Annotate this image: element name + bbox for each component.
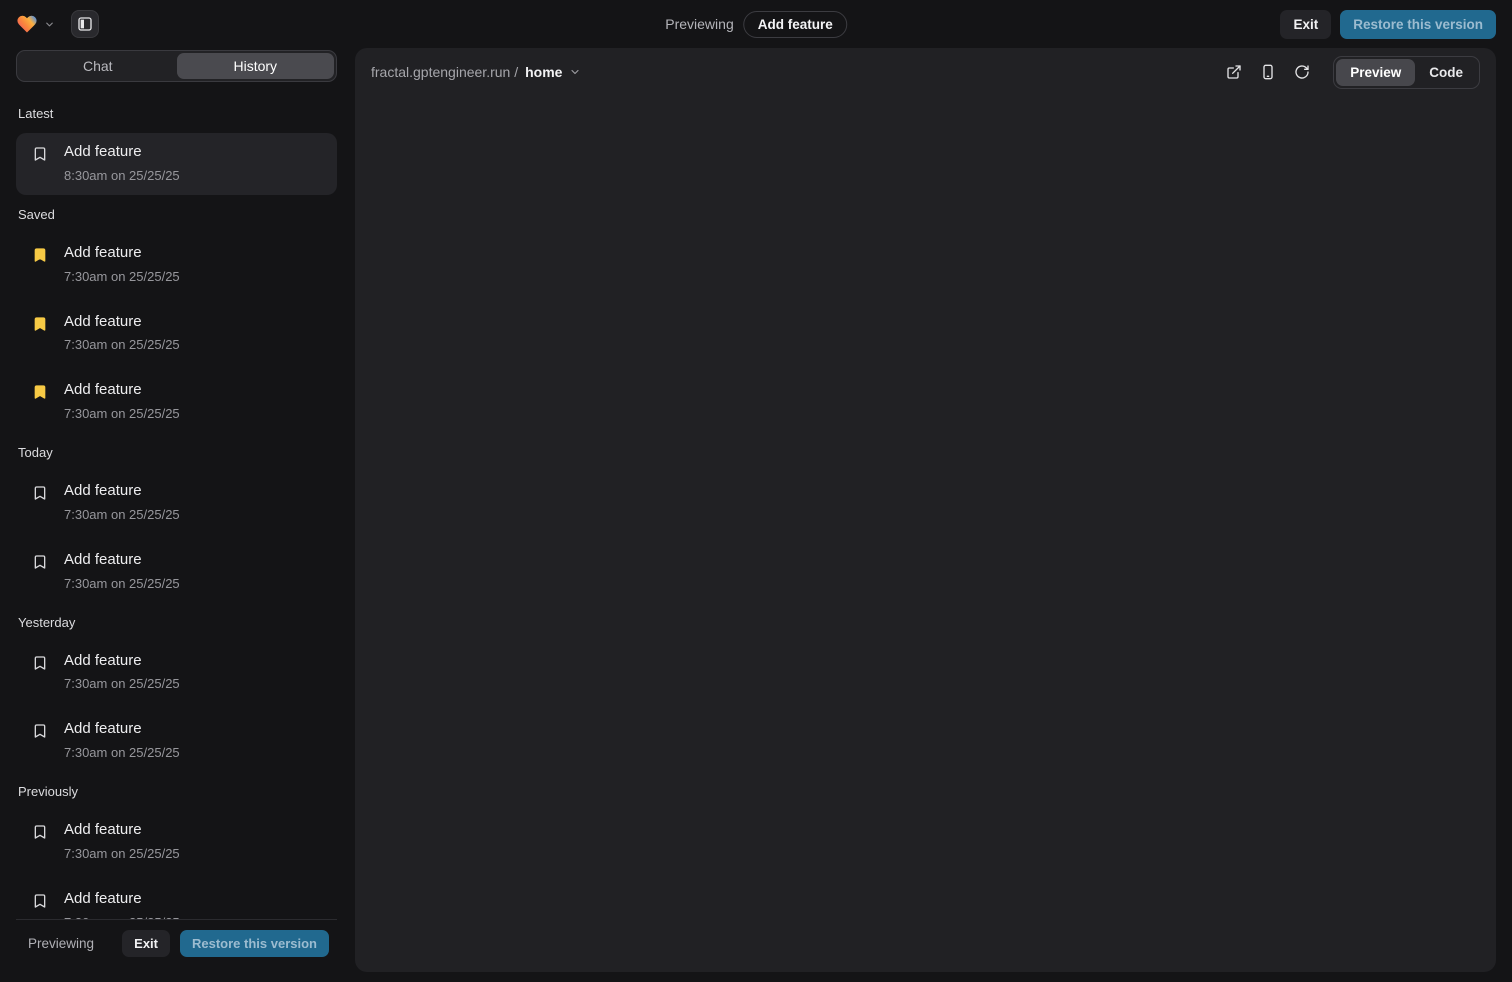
bookmark-outline-icon	[32, 723, 48, 739]
preview-panel: fractal.gptengineer.run / home	[355, 48, 1496, 972]
history-item-timestamp: 7:30am on 25/25/25	[64, 745, 180, 760]
bookmark-outline-icon	[32, 824, 48, 840]
history-item-timestamp: 7:30am on 25/25/25	[64, 337, 180, 352]
section-title: Previously	[18, 784, 337, 799]
history-list: Latest Add feature 8:30am on 25/25/25 Sa…	[16, 82, 337, 919]
history-item-text: Add feature 7:30am on 25/25/25	[64, 821, 180, 861]
history-item-timestamp: 7:30am on 25/25/25	[64, 676, 180, 691]
footer-previewing-label: Previewing	[28, 936, 94, 951]
section-title: Today	[18, 445, 337, 460]
sidebar-footer: Previewing Exit Restore this version	[16, 919, 337, 967]
preview-viewport[interactable]	[355, 96, 1496, 972]
section-previously: Previously Add feature 7:30am on 25/25/2…	[16, 784, 337, 919]
history-item-text: Add feature 7:30am on 25/25/25	[64, 652, 180, 692]
history-item-text: Add feature 7:30am on 25/25/25	[64, 551, 180, 591]
section-title: Saved	[18, 207, 337, 222]
section-title: Yesterday	[18, 615, 337, 630]
history-item-title: Add feature	[64, 890, 180, 909]
history-item-title: Add feature	[64, 652, 180, 671]
history-item[interactable]: Add feature 7:30am on 25/25/25	[16, 541, 337, 603]
history-item-timestamp: 7:30am on 25/25/25	[64, 269, 180, 284]
history-item[interactable]: Add feature 7:30am on 25/25/25	[16, 303, 337, 365]
history-item-title: Add feature	[64, 313, 180, 332]
history-item-timestamp: 8:30am on 25/25/25	[64, 168, 180, 183]
refresh-icon	[1294, 64, 1310, 80]
history-item-text: Add feature 7:30am on 25/25/25	[64, 381, 180, 421]
bookmark-outline-icon	[32, 655, 48, 671]
open-external-button[interactable]	[1219, 57, 1249, 87]
preview-browser-bar: fractal.gptengineer.run / home	[355, 48, 1496, 96]
history-sidebar: Chat History Latest Add feature 8:30am o…	[16, 50, 337, 967]
footer-restore-version-button[interactable]: Restore this version	[180, 930, 329, 957]
history-item[interactable]: Add feature 8:30am on 25/25/25	[16, 133, 337, 195]
external-link-icon	[1226, 64, 1242, 80]
sidebar-tabs: Chat History	[16, 50, 337, 82]
section-yesterday: Yesterday Add feature 7:30am on 25/25/25…	[16, 615, 337, 773]
smartphone-icon	[1260, 64, 1276, 80]
history-item[interactable]: Add feature 7:30am on 25/25/25	[16, 811, 337, 873]
version-badge[interactable]: Add feature	[744, 11, 847, 38]
lovable-heart-logo-icon[interactable]	[16, 13, 38, 35]
history-item-text: Add feature 7:30am on 25/25/25	[64, 313, 180, 353]
history-item-timestamp: 7:30am on 25/25/25	[64, 576, 180, 591]
history-item[interactable]: Add feature 7:30am on 25/25/25	[16, 710, 337, 772]
toggle-code[interactable]: Code	[1415, 59, 1477, 86]
sidebar-toggle-button[interactable]	[71, 10, 99, 38]
history-item[interactable]: Add feature 7:30am on 25/25/25	[16, 642, 337, 704]
history-item-title: Add feature	[64, 551, 180, 570]
previewing-label: Previewing	[665, 16, 733, 32]
preview-code-toggle: Preview Code	[1333, 56, 1480, 89]
history-item-title: Add feature	[64, 482, 180, 501]
browser-bar-actions: Preview Code	[1219, 56, 1480, 89]
bookmark-outline-icon	[32, 485, 48, 501]
topbar-left-group	[16, 10, 99, 38]
url-chevron-down-icon	[569, 66, 581, 78]
history-item[interactable]: Add feature 7:30am on 25/25/25	[16, 880, 337, 919]
tab-chat[interactable]: Chat	[19, 53, 177, 79]
mobile-view-button[interactable]	[1253, 57, 1283, 87]
history-item-timestamp: 7:30am on 25/25/25	[64, 507, 180, 522]
history-item-title: Add feature	[64, 381, 180, 400]
history-item-timestamp: 7:30am on 25/25/25	[64, 846, 180, 861]
toggle-preview[interactable]: Preview	[1336, 59, 1415, 86]
logo-chevron-down-icon[interactable]	[44, 19, 55, 30]
panel-left-icon	[77, 16, 93, 32]
history-item[interactable]: Add feature 7:30am on 25/25/25	[16, 234, 337, 296]
url-host: fractal.gptengineer.run /	[371, 64, 518, 80]
bookmark-filled-icon	[32, 384, 48, 400]
history-item-timestamp: 7:30am on 25/25/25	[64, 406, 180, 421]
section-title: Latest	[18, 106, 337, 121]
history-item-text: Add feature 7:30am on 25/25/25	[64, 244, 180, 284]
url-selector[interactable]: fractal.gptengineer.run / home	[371, 64, 581, 80]
history-item-title: Add feature	[64, 821, 180, 840]
topbar-right-group: Exit Restore this version	[1280, 10, 1496, 39]
history-item[interactable]: Add feature 7:30am on 25/25/25	[16, 371, 337, 433]
bookmark-filled-icon	[32, 316, 48, 332]
history-item-text: Add feature 8:30am on 25/25/25	[64, 143, 180, 183]
history-item-text: Add feature 7:30am on 25/25/25	[64, 720, 180, 760]
bookmark-filled-icon	[32, 247, 48, 263]
history-item[interactable]: Add feature 7:30am on 25/25/25	[16, 472, 337, 534]
section-saved: Saved Add feature 7:30am on 25/25/25 Add…	[16, 207, 337, 433]
history-item-title: Add feature	[64, 143, 180, 162]
url-page: home	[525, 64, 562, 80]
tab-history[interactable]: History	[177, 53, 335, 79]
section-latest: Latest Add feature 8:30am on 25/25/25	[16, 106, 337, 195]
history-item-text: Add feature 7:30am on 25/25/25	[64, 482, 180, 522]
topbar-center-group: Previewing Add feature	[665, 0, 847, 48]
bookmark-outline-icon	[32, 893, 48, 909]
bookmark-outline-icon	[32, 554, 48, 570]
refresh-button[interactable]	[1287, 57, 1317, 87]
history-item-title: Add feature	[64, 244, 180, 263]
restore-version-button[interactable]: Restore this version	[1340, 10, 1496, 39]
bookmark-outline-icon	[32, 146, 48, 162]
history-item-title: Add feature	[64, 720, 180, 739]
section-today: Today Add feature 7:30am on 25/25/25 Add…	[16, 445, 337, 603]
exit-button[interactable]: Exit	[1280, 10, 1331, 39]
top-bar: Previewing Add feature Exit Restore this…	[0, 0, 1512, 48]
history-item-text: Add feature 7:30am on 25/25/25	[64, 890, 180, 919]
footer-exit-button[interactable]: Exit	[122, 930, 170, 957]
